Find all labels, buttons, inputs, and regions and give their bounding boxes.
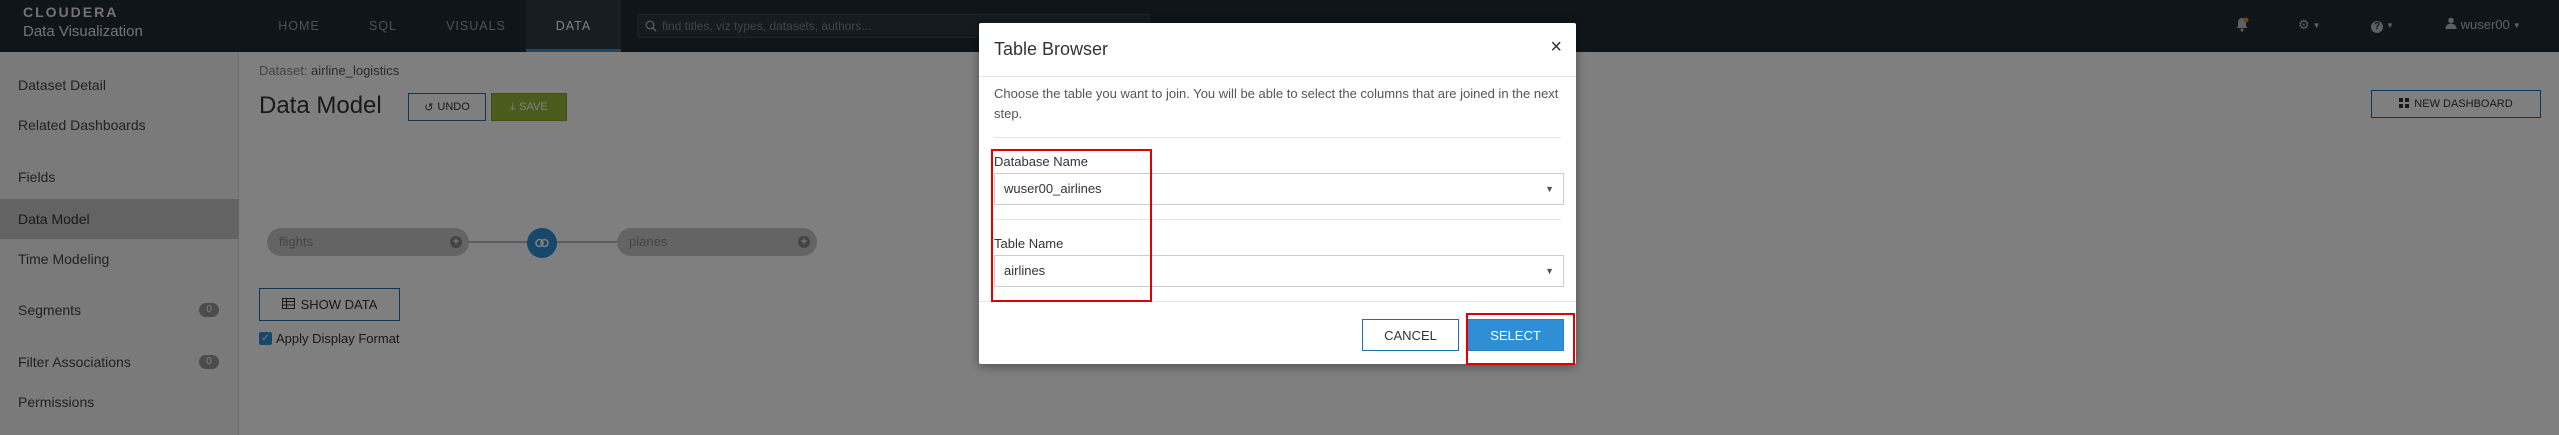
cancel-button[interactable]: CANCEL <box>1362 319 1459 351</box>
highlight-box-fields <box>991 149 1152 302</box>
close-icon[interactable]: × <box>1550 36 1562 59</box>
dialog-description: Choose the table you want to join. You w… <box>994 86 1559 121</box>
dialog-title: Table Browser <box>994 39 1109 59</box>
caret-down-icon: ▼ <box>1545 184 1554 194</box>
divider <box>994 137 1561 138</box>
highlight-box-select <box>1466 313 1575 365</box>
caret-down-icon: ▼ <box>1545 266 1554 276</box>
divider <box>979 76 1576 77</box>
